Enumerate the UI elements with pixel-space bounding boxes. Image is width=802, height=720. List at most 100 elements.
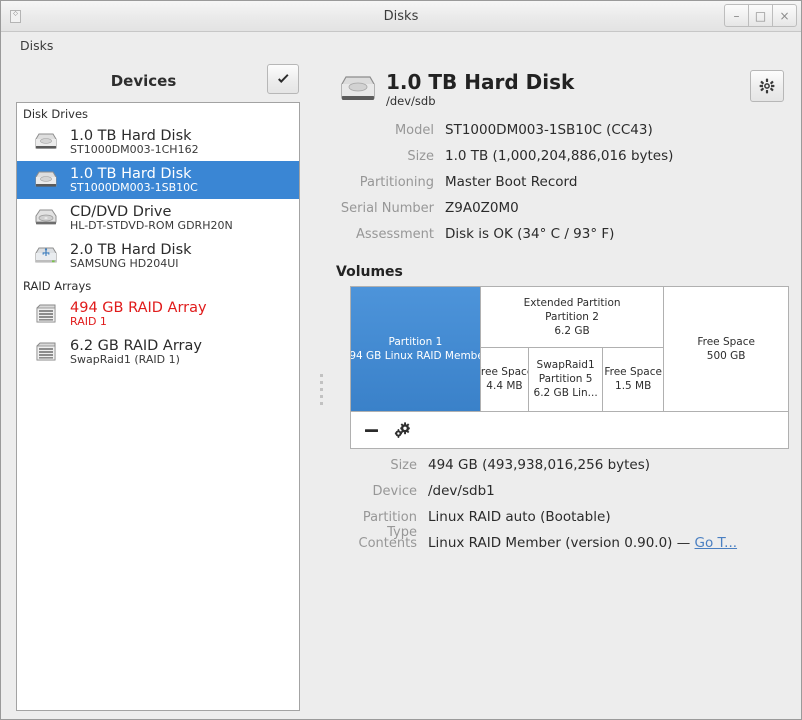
volume-label-line: Extended Partition	[523, 296, 621, 309]
volume-label-line: Free Space	[604, 366, 662, 379]
device-group-label: RAID Arrays	[23, 279, 92, 293]
device-list-item[interactable]: CD/DVD Drive HL-DT-STDVD-ROM GDRH20N	[17, 199, 299, 237]
device-item-title: CD/DVD Drive	[70, 203, 172, 220]
maximize-button[interactable]: □	[748, 4, 773, 27]
disk-property-value: Disk is OK (34° C / 93° F)	[445, 226, 615, 242]
swapraid1-partition-5[interactable]: SwapRaid1 Partition 5 6.2 GB Lin...	[529, 347, 604, 411]
device-list-item[interactable]: 6.2 GB RAID Array SwapRaid1 (RAID 1)	[17, 333, 299, 371]
device-list-item[interactable]: 1.0 TB Hard Disk ST1000DM003-1SB10C	[17, 161, 299, 199]
window-controls: – □ ×	[724, 4, 797, 27]
device-item-text: 6.2 GB RAID Array SwapRaid1 (RAID 1)	[70, 337, 202, 366]
check-glyph	[277, 73, 289, 83]
volume-segment[interactable]: Free Space 500 GB	[664, 287, 788, 411]
device-item-title: 1.0 TB Hard Disk	[70, 127, 192, 144]
device-item-title: 6.2 GB RAID Array	[70, 337, 202, 354]
disk-title: 1.0 TB Hard Disk	[386, 70, 575, 94]
go-to-link[interactable]: Go T...	[695, 535, 738, 551]
usb-hard-disk-icon	[30, 245, 62, 267]
close-button[interactable]: ×	[772, 4, 797, 27]
optical-drive-icon	[30, 207, 62, 229]
disks-window: ◇ Disks – □ × Disks Devices Disk Drives 1…	[0, 0, 802, 720]
volume-property-row: Size 494 GB (493,938,016,256 bytes)	[332, 457, 789, 483]
volume-label-line: SwapRaid1	[536, 359, 595, 371]
device-list-item[interactable]: 1.0 TB Hard Disk ST1000DM003-1CH162	[17, 123, 299, 161]
volume-property-row: Contents Linux RAID Member (version 0.90.…	[332, 535, 789, 561]
free-space-1mb[interactable]: Free Space 1.5 MB	[603, 348, 663, 411]
device-item-subtitle: HL-DT-STDVD-ROM GDRH20N	[70, 218, 233, 232]
raid-array-icon	[30, 341, 62, 363]
device-item-subtitle: ST1000DM003-1CH162	[70, 142, 199, 156]
device-item-title: 1.0 TB Hard Disk	[70, 165, 192, 182]
disk-property-key: Size	[407, 149, 434, 164]
disk-property-key: Assessment	[356, 227, 434, 242]
optical-drive-icon-glyph	[35, 209, 57, 225]
device-item-subtitle: ST1000DM003-1SB10C	[70, 180, 198, 194]
window-body: Devices Disk Drives 1.0 TB Hard Disk ST100…	[1, 59, 801, 719]
volumes-heading: Volumes	[336, 264, 403, 280]
raid-array-icon	[30, 303, 62, 325]
device-item-subtitle: SwapRaid1 (RAID 1)	[70, 352, 180, 366]
window-title: Disks	[383, 8, 419, 24]
volume-property-value: /dev/sdb1	[428, 483, 495, 499]
volume-label-line: 494 GB Linux RAID Member	[351, 350, 480, 362]
device-list-item[interactable]: 2.0 TB Hard Disk SAMSUNG HD204UI	[17, 237, 299, 275]
device-item-subtitle: SAMSUNG HD204UI	[70, 256, 179, 270]
disk-property-row: Model ST1000DM003-1SB10C (CC43)	[332, 122, 789, 148]
raid-array-icon-glyph	[36, 304, 56, 323]
menu-item-disks[interactable]: Disks	[20, 38, 53, 53]
gear-icon[interactable]	[750, 70, 784, 102]
hard-disk-icon-glyph	[35, 171, 57, 187]
raid-array-icon-glyph	[36, 342, 56, 361]
drag-handle-icon	[319, 373, 323, 405]
partition-1[interactable]: Partition 1 494 GB Linux RAID Member	[351, 287, 480, 411]
volume-label-line: 4.4 MB	[486, 380, 523, 393]
titlebar: ◇ Disks – □ ×	[1, 1, 801, 32]
disk-detail-pane: 1.0 TB Hard Disk /dev/sdb Model ST1000DM…	[328, 59, 801, 719]
hard-disk-icon	[30, 169, 62, 191]
disk-header-text: 1.0 TB Hard Disk /dev/sdb	[386, 71, 574, 108]
volume-property-row: Partition Type Linux RAID auto (Bootable)	[332, 509, 789, 540]
check-icon[interactable]	[267, 64, 299, 94]
hard-disk-glyph	[341, 76, 375, 100]
volume-label-line: 1.5 MB	[615, 380, 652, 393]
menubar: Disks	[1, 32, 801, 59]
gears-icon[interactable]	[393, 421, 412, 439]
volume-segment[interactable]: Partition 1 494 GB Linux RAID Member	[351, 287, 481, 411]
volume-property-key: Device	[372, 484, 417, 499]
volume-property-value: Linux RAID Member (version 0.90.0) — Go …	[428, 535, 738, 551]
disk-property-row: Serial Number Z9A0Z0M0	[332, 200, 789, 226]
device-list[interactable]: Disk Drives 1.0 TB Hard Disk ST1000DM003-1…	[16, 102, 300, 711]
disk-properties: Model ST1000DM003-1SB10C (CC43) Size 1.0 TB…	[332, 122, 789, 252]
device-item-text: 1.0 TB Hard Disk ST1000DM003-1SB10C	[70, 165, 198, 194]
free-space-4mb[interactable]: Free Space4.4 MB	[481, 347, 530, 411]
volume-property-row: Device/dev/sdb1	[332, 483, 789, 509]
volume-toolbar	[350, 412, 789, 449]
minimize-button[interactable]: –	[724, 4, 749, 27]
disk-device-path: /dev/sdb	[386, 94, 436, 108]
volume-diagram[interactable]: Partition 1494 GB Linux RAID MemberExten…	[350, 286, 789, 412]
volume-property-key: Contents	[358, 536, 417, 551]
gear-glyph	[759, 78, 775, 94]
extended-partition-2[interactable]: Extended Partition Partition 2 6.2 GB	[481, 287, 664, 347]
usb-hard-disk-icon-glyph	[35, 247, 57, 263]
device-item-text: 1.0 TB Hard Disk ST1000DM003-1CH162	[70, 127, 199, 156]
volume-label-line: Partition 1	[388, 335, 443, 348]
disk-property-value: Z9A0Z0M0	[445, 200, 519, 216]
hard-disk-icon-glyph	[35, 133, 57, 149]
volume-label-line: 6.2 GB	[554, 324, 590, 337]
minus-icon[interactable]	[363, 422, 380, 439]
disk-property-value: 1.0 TB (1,000,204,886,016 bytes)	[445, 148, 674, 164]
device-group-label: Disk Drives	[23, 107, 89, 121]
pane-splitter[interactable]	[314, 59, 328, 719]
volume-segment[interactable]: Extended PartitionPartition 26.2 GBFree …	[480, 287, 665, 411]
free-space-500gb[interactable]: Free Space 500 GB	[664, 287, 788, 411]
disk-property-row: Partitioning Master Boot Record	[332, 174, 789, 200]
device-item-text: 2.0 TB Hard Disk SAMSUNG HD204UI	[70, 242, 192, 270]
volume-label-line: Partition 5	[538, 373, 593, 386]
volume-label-line: 6.2 GB Lin...	[533, 387, 598, 400]
device-item-text: 494 GB RAID Array RAID 1	[70, 300, 207, 328]
devices-header: Devices	[1, 59, 314, 102]
volume-label-line: Partition 2	[545, 310, 599, 323]
device-list-item[interactable]: 494 GB RAID Array RAID 1	[17, 295, 299, 333]
